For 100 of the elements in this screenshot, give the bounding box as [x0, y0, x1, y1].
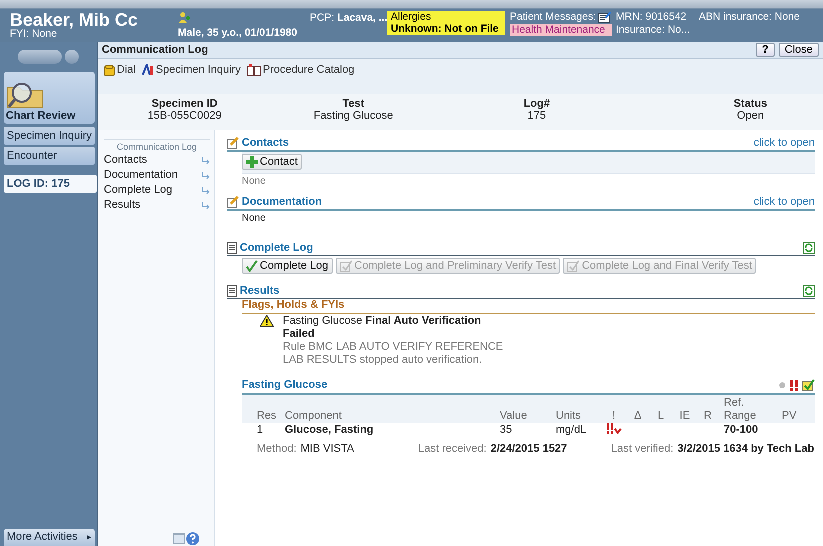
method-value: MIB VISTA	[300, 443, 354, 455]
mrn-text: MRN: 9016542	[616, 11, 688, 24]
flag-detail: Rule BMC LAB AUTO VERIFY REFERENCE	[283, 341, 504, 354]
activity-title: Communication Log	[102, 44, 208, 56]
none-text: None	[242, 212, 267, 226]
column-header: Δ	[633, 410, 643, 423]
flag-detail: LAB RESULTS stopped auto verification.	[283, 354, 484, 367]
check-icon	[567, 260, 580, 272]
table-cell-text: 1	[257, 424, 264, 436]
chart-review-button[interactable]: Chart Review	[4, 72, 95, 124]
column-header: !	[611, 410, 617, 423]
abn-text: ABN insurance: None	[699, 11, 800, 23]
column-header: Ref. Range	[724, 397, 758, 423]
edit-icon	[227, 136, 239, 148]
section-title: Complete Log	[240, 242, 314, 254]
column-header: R	[703, 410, 713, 423]
section-title: Documentation	[242, 196, 322, 208]
column-header: Component	[285, 410, 343, 423]
fyi-text: FYI: None	[10, 29, 58, 40]
check-icon	[340, 260, 352, 272]
summary-label: Log#	[524, 98, 550, 110]
none-text: None	[242, 175, 267, 189]
more-activities-button[interactable]: More Activities ▸	[4, 529, 95, 546]
flag-status: Failed	[283, 328, 316, 341]
dial-button[interactable]: Dial	[104, 64, 136, 76]
verified-value: 3/2/2015 1634 by Tech Lab	[678, 443, 814, 455]
demographics-text: Male, 35 y.o., 01/01/1980	[178, 27, 298, 39]
column-header: PV	[782, 410, 798, 423]
method-label: Method:	[257, 443, 297, 455]
allergies-banner[interactable]: Allergies Unknown: Not on File	[387, 11, 505, 35]
refresh-icon[interactable]	[803, 242, 815, 254]
complete-log-button[interactable]: Complete Log	[242, 258, 332, 274]
window-icon[interactable]	[173, 532, 185, 544]
summary-value: Open	[737, 110, 764, 122]
column-header: Value	[500, 410, 528, 423]
sidebar-tab[interactable]: Specimen Inquiry	[4, 127, 95, 145]
contact-button[interactable]: Contact	[242, 154, 302, 170]
help-icon[interactable]	[186, 532, 200, 546]
check-icon	[246, 260, 258, 272]
refresh-icon[interactable]	[803, 285, 815, 297]
summary-label: Specimen ID	[152, 98, 218, 110]
click-to-open-link[interactable]: click to open	[754, 136, 815, 148]
phone-icon	[104, 64, 115, 76]
document-icon	[227, 285, 237, 297]
messages-label: Patient Messages:	[510, 11, 596, 23]
flags-title: Flags, Holds & FYIs	[242, 299, 345, 311]
test-title: Fasting Glucose	[242, 379, 328, 391]
column-header: IE	[678, 410, 692, 423]
nav-link[interactable]: Contacts	[104, 152, 210, 167]
plus-icon	[246, 156, 258, 168]
back-forward-button[interactable]	[18, 50, 62, 64]
patient-name: Beaker, Mib Cc	[10, 11, 140, 29]
allergies-value: Unknown: Not on File	[391, 23, 500, 35]
message-icon[interactable]	[598, 12, 612, 22]
person-icon	[178, 12, 190, 24]
folder-icon	[6, 80, 46, 110]
help-button[interactable]: ?	[756, 43, 775, 57]
sidebar-tab[interactable]: Encounter	[4, 147, 95, 165]
specimen-inquiry-button[interactable]: Specimen Inquiry	[142, 64, 241, 76]
pcp-label: PCP:	[310, 12, 335, 24]
edit-icon	[227, 196, 239, 208]
health-maintenance-link[interactable]: Health Maintenance	[510, 24, 612, 36]
jump-arrow-icon	[202, 186, 210, 194]
checklist-icon[interactable]	[802, 379, 815, 391]
summary-value: 15B-055C0029	[148, 110, 222, 122]
nav-title: Communication Log	[104, 139, 210, 152]
summary-value: Fasting Glucose	[314, 110, 394, 122]
received-label: Last received:	[418, 443, 487, 455]
close-button[interactable]: Close	[778, 43, 819, 57]
received-value: 2/24/2015 1527	[490, 443, 568, 455]
click-to-open-link[interactable]: click to open	[754, 196, 815, 208]
jump-arrow-icon	[202, 170, 210, 178]
insurance-text: Insurance: No...	[616, 24, 692, 37]
jump-arrow-icon	[202, 200, 210, 208]
nav-link[interactable]: Results	[104, 197, 210, 212]
column-header: L	[656, 410, 666, 423]
table-cell-text: 70-100	[724, 424, 760, 436]
verified-label: Last verified:	[611, 443, 674, 455]
exclamation-icon	[789, 380, 799, 390]
table-cell-text: Glucose, Fasting	[285, 424, 375, 436]
section-title: Results	[240, 285, 280, 297]
column-header: Res	[257, 410, 278, 423]
section-title: Contacts	[242, 136, 290, 148]
dot-icon	[779, 382, 786, 388]
document-icon	[227, 242, 237, 254]
procedure-catalog-button[interactable]: Procedure Catalog	[246, 64, 355, 76]
column-header: Units	[556, 410, 582, 423]
summary-value: 175	[528, 110, 546, 122]
nav-link[interactable]: Complete Log	[104, 182, 210, 197]
warning-icon	[260, 315, 274, 327]
nav-link[interactable]: Documentation	[104, 167, 210, 182]
flag-title: Fasting Glucose Final Auto Verification	[283, 315, 482, 328]
table-cell-text: 35	[500, 424, 514, 436]
summary-label: Test	[342, 98, 365, 110]
pcp-name: Lacava, ...	[337, 12, 388, 24]
jump-arrow-icon	[202, 156, 210, 164]
menu-dot-button[interactable]	[65, 50, 79, 64]
summary-label: Status	[734, 98, 768, 110]
sidebar-tab[interactable]: LOG ID: 175	[4, 175, 97, 193]
book-icon	[246, 64, 261, 76]
